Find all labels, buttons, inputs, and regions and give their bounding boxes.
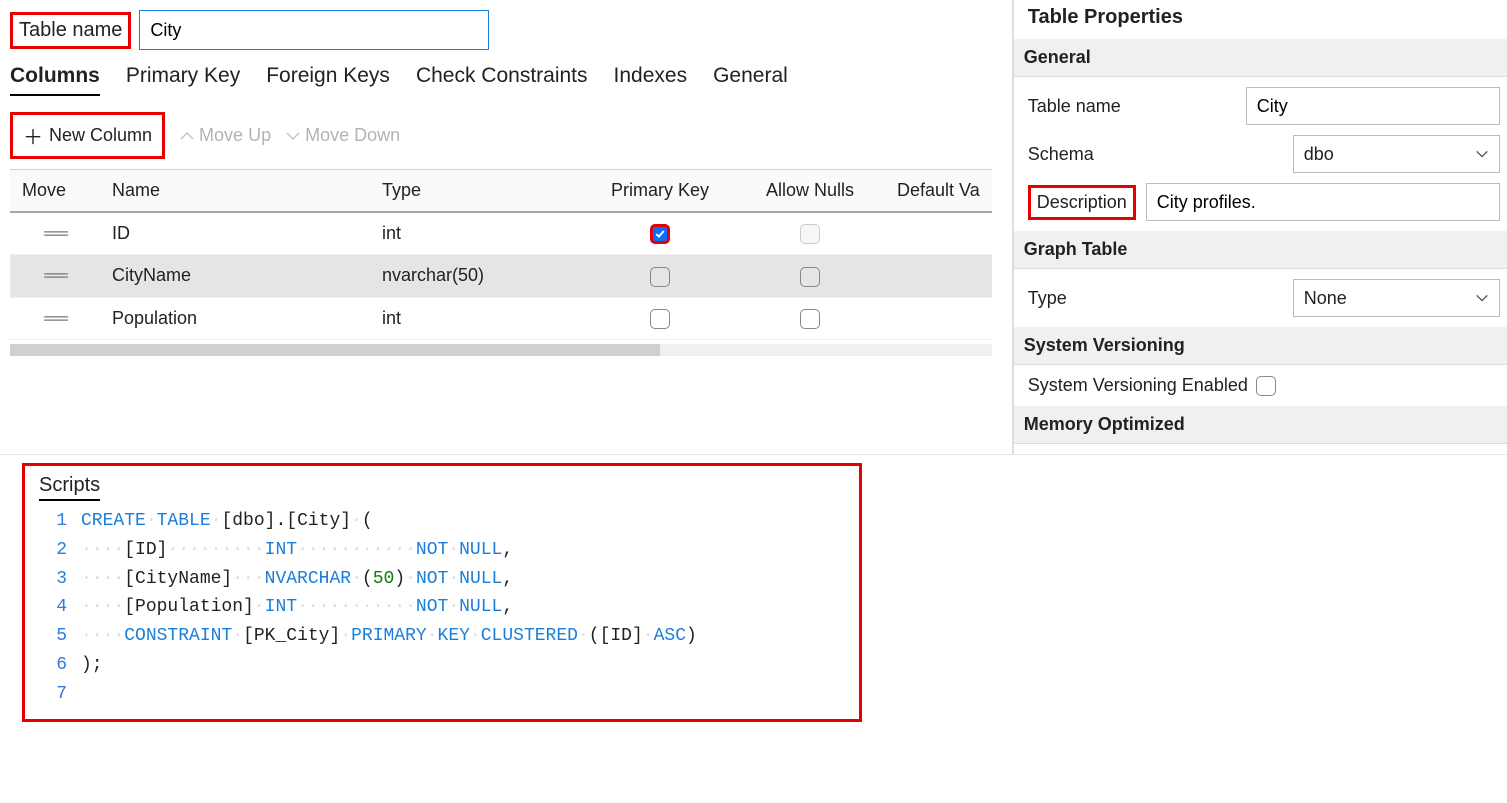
cell-type: nvarchar(50) [370,255,585,296]
move-down-button[interactable]: Move Down [285,125,400,146]
col-nulls-header: Allow Nulls [735,170,885,211]
prop-type-select[interactable]: None [1293,279,1500,317]
col-name-header: Name [100,170,370,211]
prop-description-label: Description [1028,185,1136,220]
prop-schema-value: dbo [1304,144,1334,165]
properties-title: Table Properties [1028,6,1500,29]
scripts-title: Scripts [39,474,100,501]
tab-indexes[interactable]: Indexes [614,64,688,96]
tab-foreign-keys[interactable]: Foreign Keys [266,64,390,96]
chevron-up-icon [179,128,195,144]
prop-description-input[interactable] [1146,183,1500,221]
table-name-label: Table name [10,12,131,49]
drag-handle-icon[interactable]: ══ [10,255,100,296]
cell-default [885,224,992,244]
pk-checkbox[interactable] [650,267,670,287]
table-row[interactable]: ══CityNamenvarchar(50) [10,255,992,297]
scripts-panel: Scripts 1CREATE·TABLE·[dbo].[City]·(2···… [22,463,862,722]
prop-type-label: Type [1028,288,1283,309]
plus-icon: ＋ [23,121,43,150]
table-name-input[interactable] [139,10,489,50]
new-column-button[interactable]: ＋ New Column [10,112,165,159]
chevron-down-icon [285,128,301,144]
move-down-label: Move Down [305,125,400,146]
col-pk-header: Primary Key [585,170,735,211]
nulls-checkbox [800,224,820,244]
columns-grid: Move Name Type Primary Key Allow Nulls D… [10,169,992,340]
prop-table-name-label: Table name [1028,96,1236,117]
pk-checkbox[interactable] [650,309,670,329]
table-row[interactable]: ══Populationint [10,298,992,340]
prop-schema-label: Schema [1028,144,1283,165]
cell-name: Population [100,298,370,339]
new-column-label: New Column [49,125,152,146]
tab-columns[interactable]: Columns [10,64,100,96]
section-system-versioning: System Versioning [1014,327,1507,365]
tab-list: Columns Primary Key Foreign Keys Check Cons… [10,64,992,96]
horizontal-scrollbar[interactable] [10,344,992,356]
prop-table-name-input[interactable] [1246,87,1500,125]
section-graph-table: Graph Table [1014,231,1507,269]
move-up-label: Move Up [199,125,271,146]
cell-name: ID [100,213,370,254]
cell-default [885,266,992,286]
prop-schema-select[interactable]: dbo [1293,135,1500,173]
col-default-header: Default Va [885,170,992,211]
chevron-down-icon [1475,147,1489,161]
prop-sysver-label: System Versioning Enabled [1028,375,1248,396]
chevron-down-icon [1475,291,1489,305]
section-memory-optimized: Memory Optimized [1014,406,1507,444]
drag-handle-icon[interactable]: ══ [10,213,100,254]
cell-type: int [370,298,585,339]
tab-general[interactable]: General [713,64,788,96]
col-type-header: Type [370,170,585,211]
pk-checkbox[interactable] [650,224,670,244]
prop-sysver-checkbox[interactable] [1256,376,1276,396]
nulls-checkbox[interactable] [800,309,820,329]
cell-type: int [370,213,585,254]
nulls-checkbox[interactable] [800,267,820,287]
drag-handle-icon[interactable]: ══ [10,298,100,339]
prop-type-value: None [1304,288,1347,309]
tab-check-constraints[interactable]: Check Constraints [416,64,588,96]
tab-primary-key[interactable]: Primary Key [126,64,240,96]
table-row[interactable]: ══IDint [10,213,992,255]
script-code[interactable]: 1CREATE·TABLE·[dbo].[City]·(2····[ID]···… [39,507,845,709]
section-general: General [1014,39,1507,77]
col-move-header: Move [10,170,100,211]
cell-default [885,308,992,328]
move-up-button[interactable]: Move Up [179,125,271,146]
cell-name: CityName [100,255,370,296]
